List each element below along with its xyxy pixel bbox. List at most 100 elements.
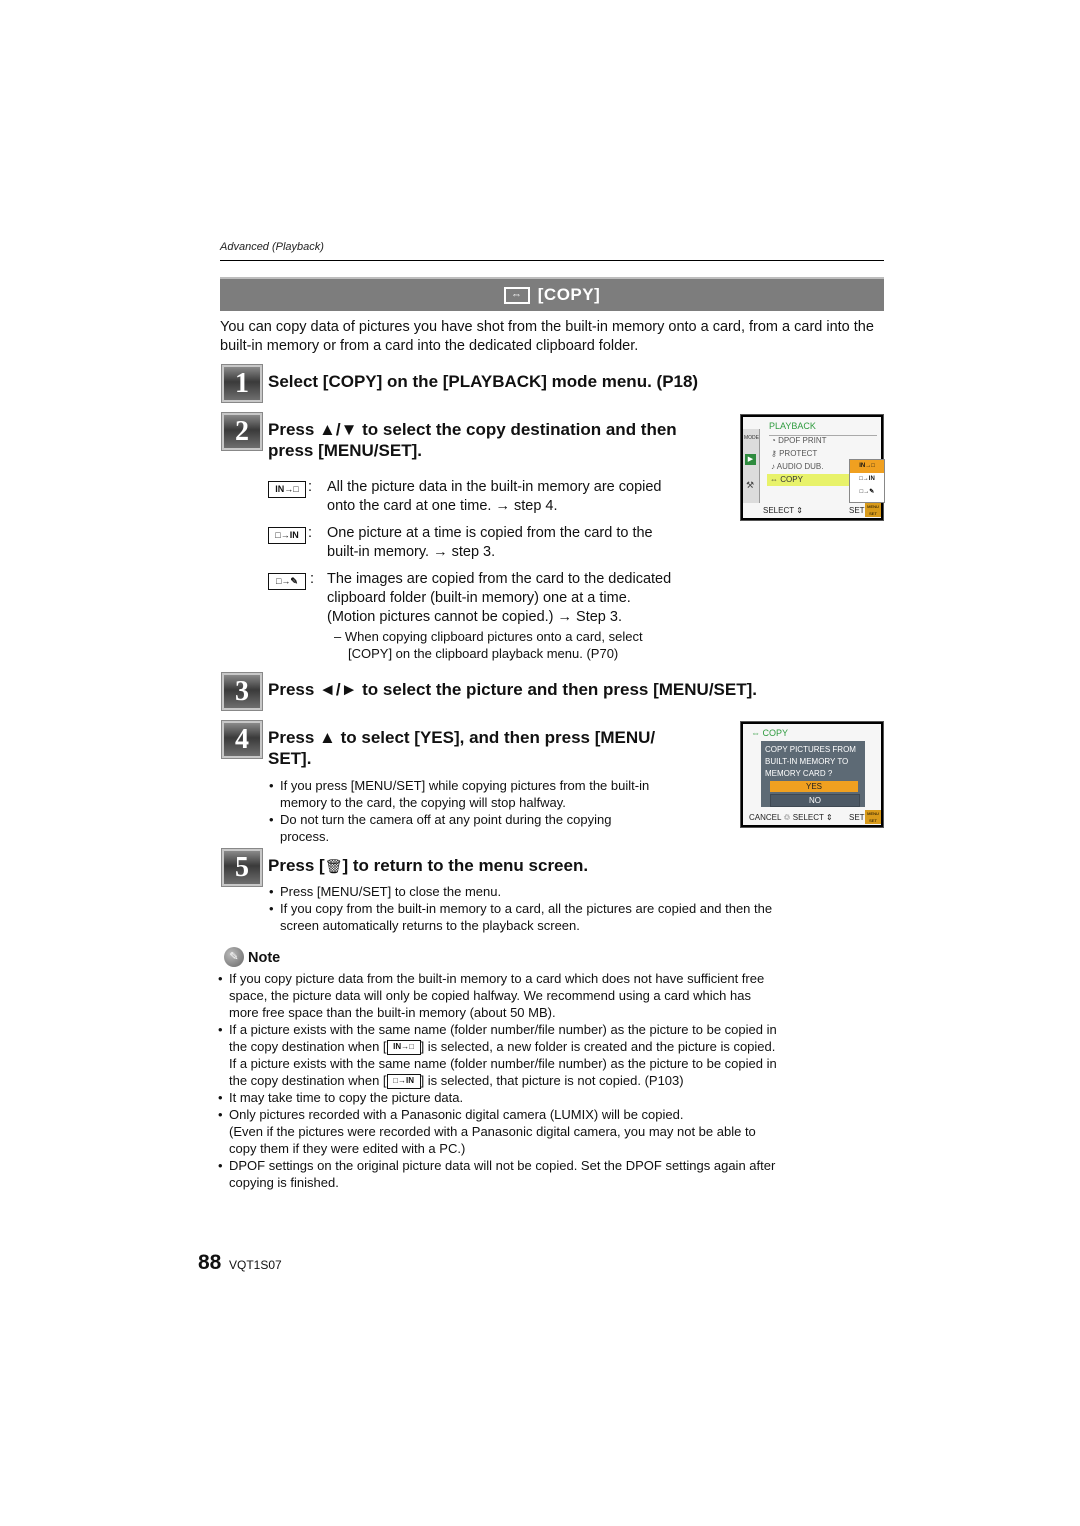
note-line: the copy destination when [IN→□] is sele…: [229, 1038, 889, 1056]
confirm-header-label: COPY: [762, 728, 789, 738]
step-5-title-prefix: Press [: [268, 856, 325, 875]
tab-mode: MODE: [744, 435, 759, 441]
bullet-item: Press [MENU/SET] to close the menu.: [280, 883, 880, 900]
note-line: If you copy picture data from the built-…: [229, 971, 765, 986]
step-4-title-line2: SET].: [268, 749, 312, 768]
option-card-to-clipboard-text: The images are copied from the card to t…: [327, 570, 671, 627]
bullet-text: If you press [MENU/SET] while copying pi…: [280, 778, 650, 793]
note-line: copying is finished.: [229, 1175, 339, 1191]
step-3-title: Press ◄/► to select the picture and then…: [268, 680, 757, 699]
note-list: If you copy picture data from the built-…: [229, 970, 889, 1191]
menu-item-audio-dub[interactable]: ♪ AUDIO DUB.: [771, 462, 823, 471]
note-item: It may take time to copy the picture dat…: [229, 1089, 889, 1106]
bullet-text: process.: [280, 829, 330, 844]
step-2-title: Press ▲/▼ to select the copy destination…: [268, 419, 677, 461]
step-5-title: Press [🗑] to return to the menu screen.: [268, 855, 588, 877]
menu-item-copy[interactable]: ⇔ COPY: [767, 474, 852, 486]
tab-playback-icon: ▶: [745, 454, 756, 465]
bullet-text: If you copy from the built-in memory to …: [280, 901, 773, 916]
confirm-no-option[interactable]: NO: [770, 794, 860, 807]
page-title-bar: ⇔ [COPY]: [220, 277, 884, 311]
step-3-badge: 3: [222, 673, 262, 710]
screen-footer-set: SET: [849, 506, 865, 515]
bullet-item: Do not turn the camera off at any point …: [280, 811, 730, 845]
camera-screen-playback-menu: MODE ▶ ⚒ PLAYBACK ◔ DPOF PRINT ⚷ PROTECT…: [740, 414, 885, 521]
option-card-to-in-text: One picture at a time is copied from the…: [327, 524, 653, 562]
confirm-yes-option[interactable]: YES: [770, 781, 858, 792]
menu-item-label: DPOF PRINT: [778, 436, 827, 445]
option-2-line1: One picture at a time is copied from the…: [327, 525, 653, 541]
menu-item-label: AUDIO DUB.: [776, 462, 824, 471]
bullet-text: Press [MENU/SET] to close the menu.: [280, 884, 502, 899]
note-item: Only pictures recorded with a Panasonic …: [229, 1106, 889, 1157]
step-4-title: Press ▲ to select [YES], and then press …: [268, 727, 655, 769]
confirm-message: COPY PICTURES FROM BUILT-IN MEMORY TO ME…: [761, 741, 865, 780]
menu-item-label: PROTECT: [779, 449, 818, 458]
menu-set-button-icon: MENU SET: [865, 503, 881, 517]
option-3-line3: (Motion pictures cannot be copied.) → St…: [327, 609, 622, 625]
step-4-title-line1: Press ▲ to select [YES], and then press …: [268, 728, 656, 747]
step-1-title: Select [COPY] on the [PLAYBACK] mode men…: [268, 372, 699, 391]
step-4-bullets: If you press [MENU/SET] while copying pi…: [280, 777, 730, 845]
option-in-to-card: IN→□: [268, 479, 306, 498]
option-2-line2: built-in memory. → step 3.: [327, 544, 496, 560]
menu-item-label: COPY: [780, 475, 803, 484]
card-to-in-icon: □→IN: [386, 1074, 421, 1090]
copy-icon: ⇔: [503, 286, 530, 304]
confirm-footer-set: SET: [849, 813, 865, 822]
step-5-bullets: Press [MENU/SET] to close the menu. If y…: [280, 883, 880, 934]
page-title: [COPY]: [537, 285, 601, 304]
menu-header: PLAYBACK: [769, 421, 816, 431]
step-4-badge: 4: [222, 721, 262, 758]
option-colon: :: [310, 571, 315, 587]
option-colon: :: [308, 525, 313, 541]
note-text: the copy destination when [: [229, 1073, 387, 1089]
in-to-card-icon: IN→□: [268, 481, 306, 498]
note-line: copy them if they were edited with a PC.…: [229, 1141, 466, 1157]
option-card-to-clipboard: □→✎: [268, 571, 306, 590]
submenu-in-to-card[interactable]: IN→□: [850, 460, 884, 473]
option-3-line2: clipboard folder (built-in memory) one a…: [327, 590, 631, 606]
bullet-item: If you copy from the built-in memory to …: [280, 900, 880, 934]
note-line: If a picture exists with the same name (…: [229, 1022, 777, 1037]
in-to-card-icon: IN→□: [386, 1040, 421, 1056]
note-line: space, the picture data will only be cop…: [229, 988, 751, 1003]
menu-set-button-icon: MENU SET: [865, 810, 881, 824]
document-code: VQT1S07: [229, 1258, 282, 1272]
submenu-card-to-in[interactable]: □→IN: [850, 473, 884, 486]
note-item: DPOF settings on the original picture da…: [229, 1157, 889, 1191]
card-to-clipboard-icon: □→✎: [268, 573, 306, 590]
option-3-subnote: – When copying clipboard pictures onto a…: [334, 628, 643, 662]
menu-item-protect[interactable]: ⚷ PROTECT: [771, 449, 817, 458]
step-2-title-line2: press [MENU/SET].: [268, 441, 422, 460]
note-line: Only pictures recorded with a Panasonic …: [229, 1107, 684, 1123]
note-line: It may take time to copy the picture dat…: [229, 1090, 464, 1106]
confirm-message-line: COPY PICTURES FROM: [765, 745, 856, 754]
step-2-badge: 2: [222, 413, 262, 450]
step-5-title-suffix: ] to return to the menu screen.: [342, 856, 589, 875]
confirm-dialog: COPY PICTURES FROM BUILT-IN MEMORY TO ME…: [761, 741, 865, 807]
confirm-footer-controls: CANCEL ♲ SELECT ⇕: [749, 813, 833, 822]
camera-screen-copy-confirm: ⇔ COPY COPY PICTURES FROM BUILT-IN MEMOR…: [740, 721, 884, 828]
confirm-message-line: MEMORY CARD ?: [765, 769, 833, 778]
menu-item-dpof[interactable]: ◔ DPOF PRINT: [771, 436, 827, 445]
header-rule: [220, 260, 884, 261]
trash-icon: 🗑: [324, 858, 343, 874]
option-1-line1: All the picture data in the built-in mem…: [327, 479, 662, 495]
copy-submenu: IN→□ □→IN □→✎: [849, 459, 885, 503]
note-text: ] is selected, a new folder is created a…: [420, 1039, 776, 1054]
note-line: (Even if the pictures were recorded with…: [229, 1124, 756, 1140]
tab-setup-icon: ⚒: [746, 480, 755, 490]
pencil-icon: ✎: [224, 947, 244, 967]
option-in-to-card-text: All the picture data in the built-in mem…: [327, 478, 661, 516]
note-line: DPOF settings on the original picture da…: [229, 1158, 776, 1174]
option-3-sub2: [COPY] on the clipboard playback menu. (…: [348, 646, 619, 661]
note-item: If you copy picture data from the built-…: [229, 970, 889, 1021]
confirm-message-line: BUILT-IN MEMORY TO: [765, 757, 849, 766]
note-item: If a picture exists with the same name (…: [229, 1021, 889, 1090]
submenu-card-to-clipboard[interactable]: □→✎: [850, 486, 884, 499]
option-card-to-in: □→IN: [268, 525, 306, 544]
note-heading: Note: [248, 950, 281, 966]
option-3-line1: The images are copied from the card to t…: [327, 571, 672, 587]
step-2-title-line1: Press ▲/▼ to select the copy destination…: [268, 420, 677, 439]
